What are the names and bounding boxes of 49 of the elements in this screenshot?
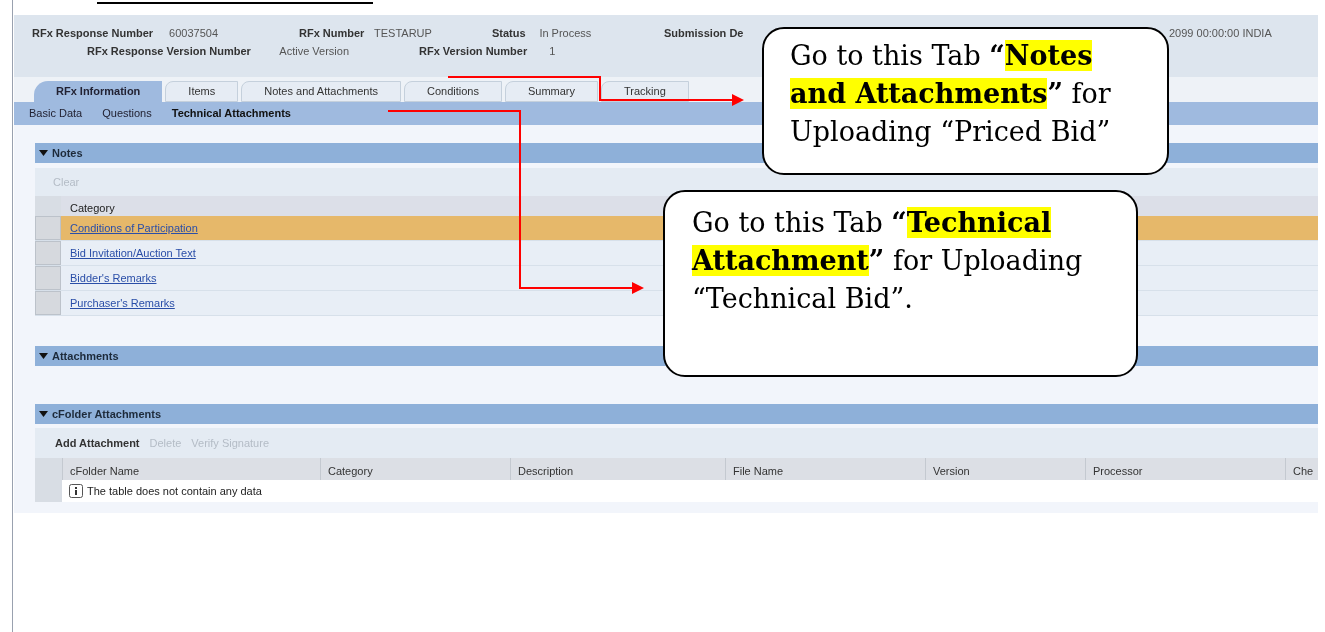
empty-message: The table does not contain any data bbox=[87, 483, 262, 499]
tab[interactable]: Tracking bbox=[601, 81, 689, 102]
column-header: cFolder Name bbox=[62, 458, 320, 480]
field-label: RFx Version Number bbox=[419, 44, 528, 59]
section-title: cFolder Attachments bbox=[52, 406, 161, 422]
collapse-icon[interactable] bbox=[39, 353, 48, 359]
select-all-cell[interactable] bbox=[35, 458, 62, 480]
sub-tab[interactable]: Basic Data bbox=[19, 105, 93, 122]
collapse-icon[interactable] bbox=[39, 411, 48, 417]
column-header: File Name bbox=[725, 458, 925, 480]
note-link[interactable]: Purchaser's Remarks bbox=[70, 294, 175, 312]
toolbar-button[interactable]: Add Attachment bbox=[55, 434, 140, 452]
field-label: RFx Response Number bbox=[32, 26, 154, 41]
select-all-cell[interactable] bbox=[35, 196, 61, 216]
section-title: Notes bbox=[52, 145, 83, 161]
column-header: Description bbox=[510, 458, 725, 480]
section-header[interactable]: cFolder Attachments bbox=[35, 404, 1318, 424]
tab[interactable]: RFx Information bbox=[34, 81, 163, 102]
field-value: In Process bbox=[539, 26, 592, 41]
tab[interactable]: Summary bbox=[504, 81, 599, 102]
field-value: TESTARUP bbox=[374, 26, 432, 41]
field-value: 1 bbox=[549, 44, 556, 59]
row-selector[interactable] bbox=[35, 291, 61, 315]
column-header: Version bbox=[925, 458, 1085, 480]
row-selector[interactable] bbox=[35, 216, 61, 240]
column-header: Processor bbox=[1085, 458, 1285, 480]
note-link[interactable]: Bidder's Remarks bbox=[70, 269, 157, 287]
section-title: Attachments bbox=[52, 348, 119, 364]
field-label: Submission De bbox=[664, 26, 744, 41]
tab[interactable]: Items bbox=[165, 81, 239, 102]
tab[interactable]: Notes and Attachments bbox=[241, 81, 401, 102]
row-selector[interactable] bbox=[35, 266, 61, 290]
info-icon bbox=[69, 484, 83, 498]
field-label: RFx Number bbox=[299, 26, 365, 41]
field-value: Active Version bbox=[279, 44, 349, 59]
field-value: 2099 00:00:00 INDIA bbox=[1169, 26, 1272, 41]
field-label: Status bbox=[492, 26, 526, 41]
sub-tab[interactable]: Questions bbox=[92, 105, 162, 122]
field-label: RFx Response Version Number bbox=[87, 44, 251, 59]
tab[interactable]: Conditions bbox=[404, 81, 502, 102]
field-value: 60037504 bbox=[169, 26, 219, 41]
column-header: Category bbox=[320, 458, 510, 480]
note-link[interactable]: Conditions of Participation bbox=[70, 219, 198, 237]
note-link[interactable]: Bid Invitation/Auction Text bbox=[70, 244, 196, 262]
column-header: Che bbox=[1285, 458, 1318, 480]
row-selector[interactable] bbox=[35, 241, 61, 265]
sub-tab[interactable]: Technical Attachments bbox=[161, 105, 301, 122]
collapse-icon[interactable] bbox=[39, 150, 48, 156]
row-selector[interactable] bbox=[35, 480, 62, 502]
